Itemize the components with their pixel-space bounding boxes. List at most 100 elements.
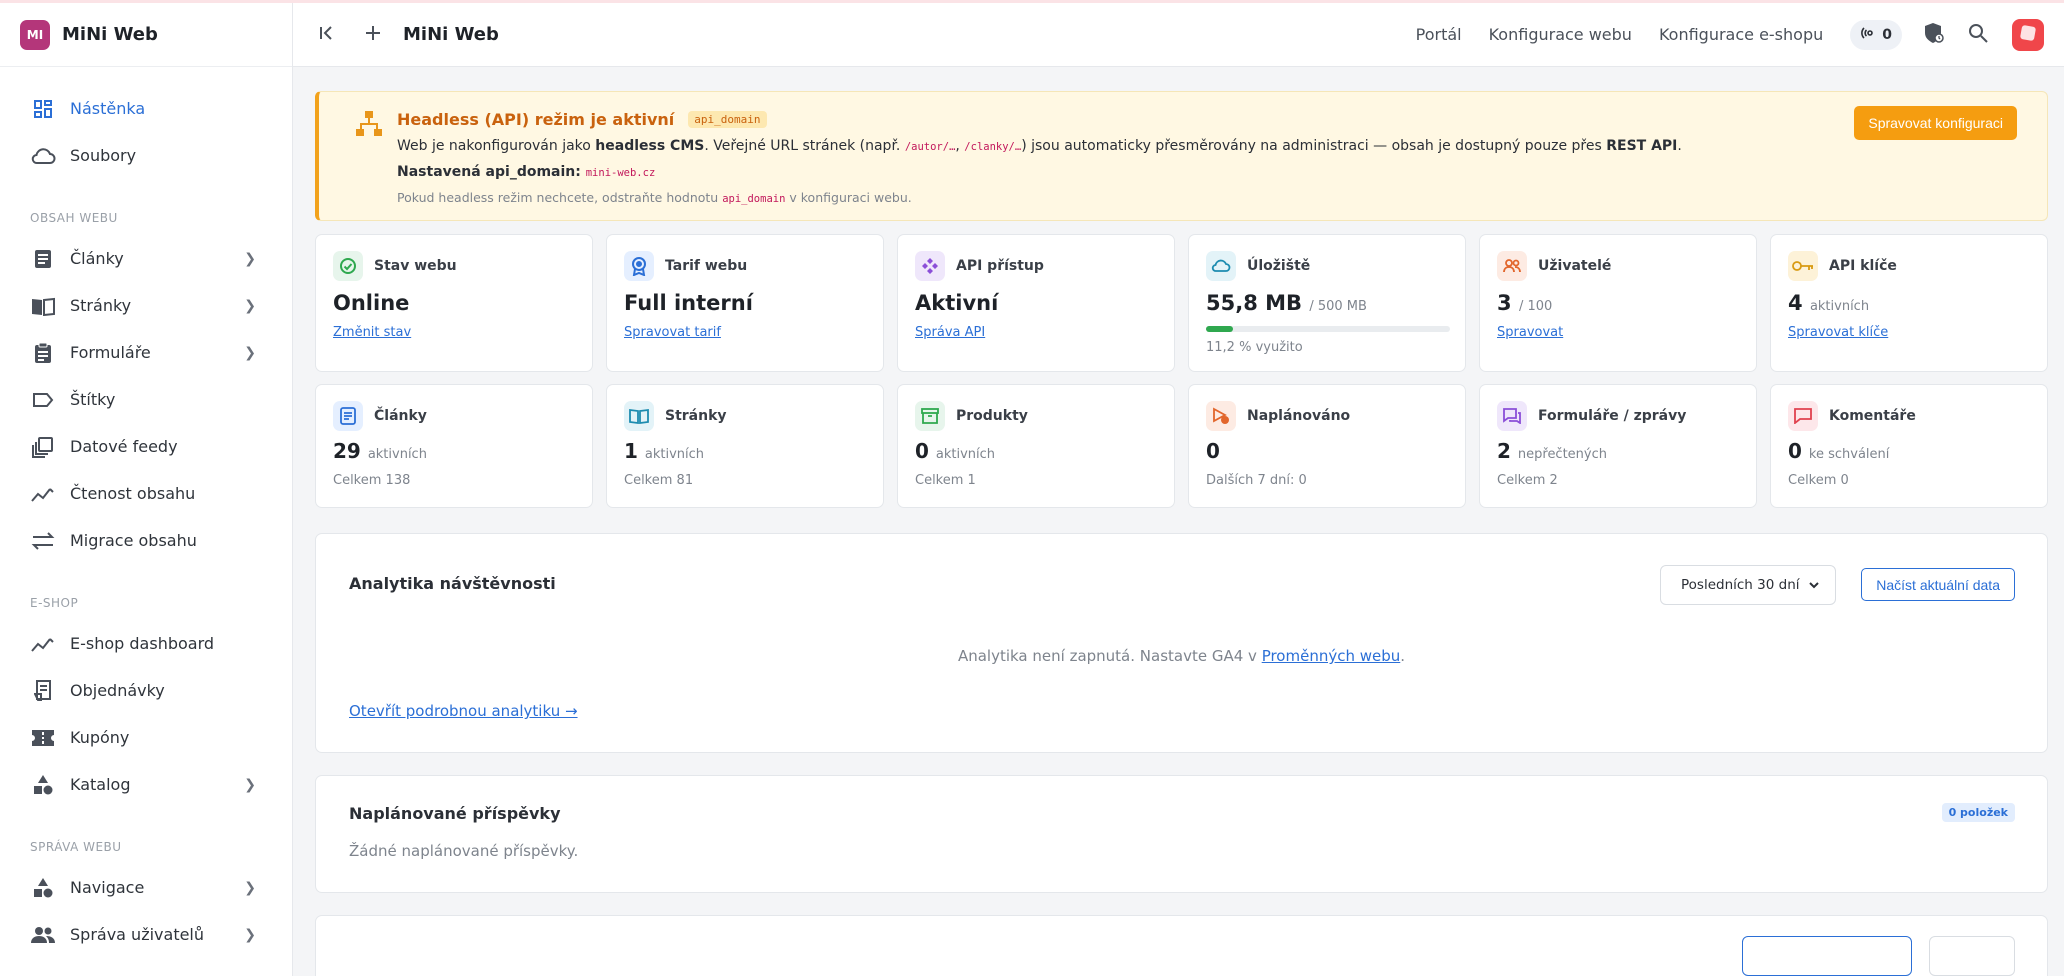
sidebar-item-sprava-uzivatelu[interactable]: Správa uživatelů ❯ bbox=[0, 911, 292, 958]
panel-button[interactable] bbox=[1742, 936, 1912, 976]
alert-hint: Pokud headless režim nechcete, odstraňte… bbox=[397, 190, 912, 205]
collapse-left-icon bbox=[318, 24, 336, 46]
sidebar-item-nastenka[interactable]: Nástěnka bbox=[0, 85, 292, 132]
card-title: API klíče bbox=[1829, 258, 1897, 274]
sidebar-item-objednavky[interactable]: Objednávky bbox=[0, 667, 292, 714]
card-products: Produkty 0 aktivních Celkem 1 bbox=[897, 384, 1175, 508]
sidebar: MI MiNi Web Nástěnka Soubory OBSAH WEBU … bbox=[0, 3, 293, 976]
sidebar-item-label: Štítky bbox=[70, 390, 116, 409]
card-site-status: Stav webu Online Změnit stav bbox=[315, 234, 593, 372]
sidebar-item-label: E-shop dashboard bbox=[70, 634, 215, 653]
add-button[interactable] bbox=[353, 15, 393, 55]
sidebar-item-clanky[interactable]: Články ❯ bbox=[0, 235, 292, 282]
card-value: 0 ke schválení bbox=[1788, 439, 1890, 463]
panel-button-secondary[interactable] bbox=[1929, 936, 2015, 976]
page-title: MiNi Web bbox=[403, 24, 499, 45]
sidebar-item-label: Soubory bbox=[70, 146, 137, 165]
next-panel bbox=[315, 915, 2048, 976]
collapse-sidebar-button[interactable] bbox=[307, 15, 347, 55]
sidebar-item-katalog[interactable]: Katalog ❯ bbox=[0, 761, 292, 808]
card-title: Stav webu bbox=[374, 258, 457, 274]
sidebar-item-kupony[interactable]: Kupóny bbox=[0, 714, 292, 761]
shield-icon bbox=[1924, 22, 1944, 48]
api-icon bbox=[915, 251, 945, 281]
dashboard-icon bbox=[30, 98, 56, 120]
sidebar-item-stitky[interactable]: Štítky bbox=[0, 376, 292, 423]
archive-icon bbox=[915, 401, 945, 431]
sidebar-section-title: E-SHOP bbox=[30, 596, 79, 610]
card-value: 0 aktivních bbox=[915, 439, 996, 463]
card-title: Úložiště bbox=[1247, 258, 1311, 274]
sidebar-item-migrace-obsahu[interactable]: Migrace obsahu bbox=[0, 517, 292, 564]
load-current-data-button[interactable]: Načíst aktuální data bbox=[1861, 568, 2015, 601]
brand-name: MiNi Web bbox=[62, 24, 158, 45]
sidebar-item-soubory[interactable]: Soubory bbox=[0, 132, 292, 179]
manage-tariff-link[interactable]: Spravovat tarif bbox=[624, 325, 721, 340]
shapes-icon bbox=[30, 877, 56, 899]
chevron-right-icon: ❯ bbox=[244, 926, 256, 943]
card-note: Celkem 0 bbox=[1788, 473, 1849, 488]
search-button[interactable] bbox=[1960, 17, 1996, 53]
schedule-icon bbox=[1206, 401, 1236, 431]
period-select[interactable]: Posledních 30 dní bbox=[1660, 565, 1836, 605]
card-value: 29 aktivních bbox=[333, 439, 427, 463]
alert-api-domain: Nastavená api_domain: mini-web.cz bbox=[397, 164, 656, 180]
manage-config-button[interactable]: Spravovat konfiguraci bbox=[1854, 106, 2017, 140]
card-title: Stránky bbox=[665, 408, 727, 424]
sidebar-item-stranky[interactable]: Stránky ❯ bbox=[0, 282, 292, 329]
card-value: 2 nepřečtených bbox=[1497, 439, 1607, 463]
counter-value: 0 bbox=[1882, 26, 1892, 43]
alert-title-text: Headless (API) režim je aktivní bbox=[397, 110, 675, 129]
card-comments: Komentáře 0 ke schválení Celkem 0 bbox=[1770, 384, 2048, 508]
top-header: MiNi Web Portál Konfigurace webu Konfigu… bbox=[293, 3, 2064, 67]
sidebar-item-label: Formuláře bbox=[70, 343, 151, 362]
brand[interactable]: MI MiNi Web bbox=[0, 3, 292, 67]
analytics-panel: Analytika návštěvnosti Posledních 30 dní… bbox=[315, 533, 2048, 753]
chevron-right-icon: ❯ bbox=[244, 879, 256, 896]
security-button[interactable] bbox=[1916, 17, 1952, 53]
card-value: Aktivní bbox=[915, 291, 999, 315]
card-scheduled: Naplánováno 0 Dalších 7 dní: 0 bbox=[1188, 384, 1466, 508]
notification-counter[interactable]: 0 bbox=[1850, 19, 1902, 50]
cloud-icon bbox=[1206, 251, 1236, 281]
sidebar-item-label: Navigace bbox=[70, 878, 145, 897]
chevron-right-icon: ❯ bbox=[244, 297, 256, 314]
sidebar-item-ctenost-obsahu[interactable]: Čtenost obsahu bbox=[0, 470, 292, 517]
sidebar-item-eshop-dashboard[interactable]: E-shop dashboard bbox=[0, 620, 292, 667]
badge-icon bbox=[624, 251, 654, 281]
sidebar-section-title: OBSAH WEBU bbox=[30, 211, 118, 225]
card-title: Uživatelé bbox=[1538, 258, 1612, 274]
sidebar-item-datove-feedy[interactable]: Datové feedy bbox=[0, 423, 292, 470]
card-title: Tarif webu bbox=[665, 258, 748, 274]
card-storage: Úložiště 55,8 MB / 500 MB 11,2 % využito bbox=[1188, 234, 1466, 372]
article-icon bbox=[333, 401, 363, 431]
header-link-portal[interactable]: Portál bbox=[1416, 25, 1462, 44]
sidebar-item-navigace[interactable]: Navigace ❯ bbox=[0, 864, 292, 911]
manage-users-link[interactable]: Spravovat bbox=[1497, 325, 1563, 340]
header-link-eshop-config[interactable]: Konfigurace e-shopu bbox=[1659, 25, 1823, 44]
card-forms-messages: Formuláře / zprávy 2 nepřečtených Celkem… bbox=[1479, 384, 1757, 508]
header-link-web-config[interactable]: Konfigurace webu bbox=[1489, 25, 1632, 44]
sidebar-item-label: Čtenost obsahu bbox=[70, 484, 196, 503]
web-variables-link[interactable]: Proměnných webu bbox=[1262, 647, 1401, 665]
users-icon bbox=[30, 924, 56, 946]
manage-keys-link[interactable]: Spravovat klíče bbox=[1788, 325, 1888, 340]
open-detailed-analytics-link[interactable]: Otevřít podrobnou analytiku → bbox=[349, 702, 578, 720]
ticket-icon bbox=[30, 727, 56, 749]
chevron-right-icon: ❯ bbox=[244, 344, 256, 361]
user-avatar[interactable] bbox=[2012, 18, 2044, 51]
change-status-link[interactable]: Změnit stav bbox=[333, 325, 411, 340]
sidebar-item-label: Objednávky bbox=[70, 681, 165, 700]
card-value: Full interní bbox=[624, 291, 753, 315]
sidebar-item-label: Články bbox=[70, 249, 124, 268]
trend-icon bbox=[30, 633, 56, 655]
chevron-down-icon bbox=[1807, 578, 1821, 596]
broadcast-icon bbox=[1860, 26, 1876, 43]
card-title: Formuláře / zprávy bbox=[1538, 408, 1687, 424]
analytics-title: Analytika návštěvnosti bbox=[349, 574, 556, 593]
storage-progress-fill bbox=[1206, 326, 1234, 332]
scheduled-posts-panel: Naplánované příspěvky 0 položek Žádné na… bbox=[315, 775, 2048, 893]
sidebar-item-formulare[interactable]: Formuláře ❯ bbox=[0, 329, 292, 376]
manage-api-link[interactable]: Správa API bbox=[915, 325, 985, 340]
sidebar-item-label: Migrace obsahu bbox=[70, 531, 197, 550]
